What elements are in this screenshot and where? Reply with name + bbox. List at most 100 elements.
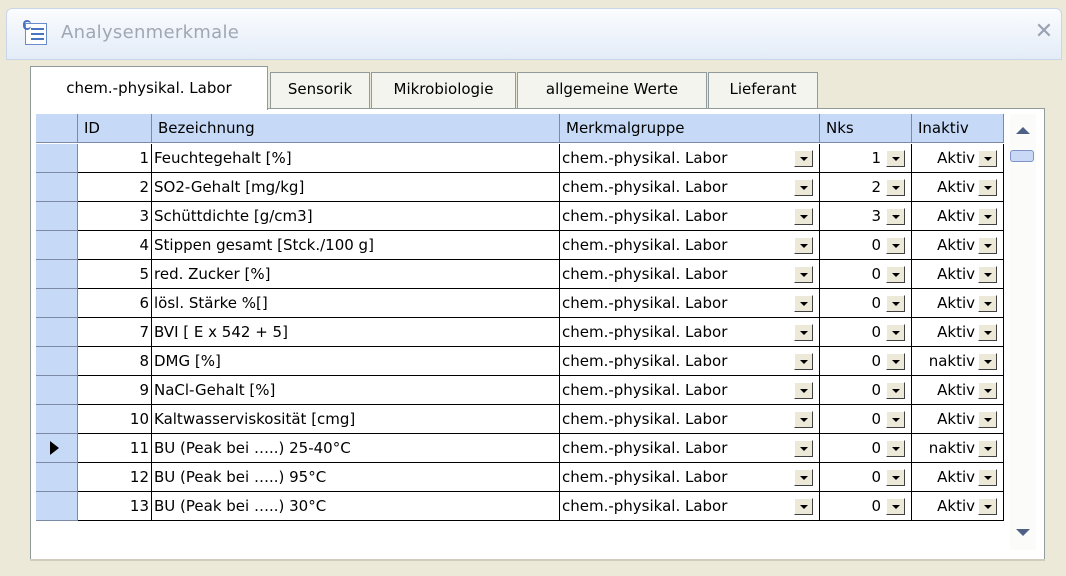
chevron-down-icon[interactable] — [978, 237, 997, 254]
chevron-down-icon[interactable] — [886, 469, 905, 486]
cell-bezeichnung[interactable]: BVI [ E x 542 + 5] — [152, 318, 560, 347]
inaktiv-combo[interactable]: Aktiv — [912, 463, 1004, 492]
cell-bezeichnung[interactable]: red. Zucker [%] — [152, 260, 560, 289]
cell-bezeichnung[interactable]: BU (Peak bei …..) 25-40°C — [152, 434, 560, 463]
cell-bezeichnung[interactable]: BU (Peak bei …..) 30°C — [152, 492, 560, 521]
nks-combo[interactable]: 0 — [820, 260, 912, 289]
inaktiv-combo[interactable]: Aktiv — [912, 289, 1004, 318]
row-selector[interactable] — [36, 347, 78, 376]
cell-id[interactable]: 4 — [78, 231, 152, 260]
nks-combo[interactable]: 0 — [820, 405, 912, 434]
chevron-down-icon[interactable] — [978, 150, 997, 167]
chevron-down-icon[interactable] — [794, 266, 813, 283]
header-bezeichnung[interactable]: Bezeichnung — [152, 114, 560, 143]
inaktiv-combo[interactable]: Aktiv — [912, 260, 1004, 289]
chevron-down-icon[interactable] — [794, 353, 813, 370]
merkmalgruppe-combo[interactable]: chem.-physikal. Labor — [560, 434, 820, 463]
cell-id[interactable]: 7 — [78, 318, 152, 347]
cell-bezeichnung[interactable]: DMG [%] — [152, 347, 560, 376]
chevron-down-icon[interactable] — [886, 498, 905, 515]
merkmalgruppe-combo[interactable]: chem.-physikal. Labor — [560, 144, 820, 173]
chevron-down-icon[interactable] — [886, 179, 905, 196]
chevron-down-icon[interactable] — [886, 295, 905, 312]
table-row[interactable]: 7 BVI [ E x 542 + 5] chem.-physikal. Labor… — [36, 318, 1004, 347]
header-nks[interactable]: Nks — [820, 114, 912, 143]
chevron-down-icon[interactable] — [794, 382, 813, 399]
merkmalgruppe-combo[interactable]: chem.-physikal. Labor — [560, 492, 820, 521]
row-selector[interactable] — [36, 405, 78, 434]
inaktiv-combo[interactable]: Aktiv — [912, 376, 1004, 405]
scroll-down-icon[interactable] — [1014, 524, 1032, 542]
chevron-down-icon[interactable] — [886, 382, 905, 399]
nks-combo[interactable]: 0 — [820, 376, 912, 405]
chevron-down-icon[interactable] — [978, 324, 997, 341]
chevron-down-icon[interactable] — [978, 498, 997, 515]
cell-bezeichnung[interactable]: SO2-Gehalt [mg/kg] — [152, 173, 560, 202]
chevron-down-icon[interactable] — [794, 411, 813, 428]
table-row[interactable]: 2 SO2-Gehalt [mg/kg] chem.-physikal. Labor… — [36, 173, 1004, 202]
nks-combo[interactable]: 0 — [820, 434, 912, 463]
nks-combo[interactable]: 1 — [820, 144, 912, 173]
cell-bezeichnung[interactable]: NaCl-Gehalt [%] — [152, 376, 560, 405]
chevron-down-icon[interactable] — [886, 266, 905, 283]
table-row[interactable]: 11 BU (Peak bei …..) 25-40°C chem.-physika… — [36, 434, 1004, 463]
inaktiv-combo[interactable]: naktiv — [912, 347, 1004, 376]
cell-bezeichnung[interactable]: lösl. Stärke %[] — [152, 289, 560, 318]
nks-combo[interactable]: 0 — [820, 318, 912, 347]
merkmalgruppe-combo[interactable]: chem.-physikal. Labor — [560, 376, 820, 405]
table-row[interactable]: 13 BU (Peak bei …..) 30°C chem.-physikal. … — [36, 492, 1004, 521]
merkmalgruppe-combo[interactable]: chem.-physikal. Labor — [560, 463, 820, 492]
row-selector[interactable] — [36, 260, 78, 289]
table-row[interactable]: 10 Kaltwasserviskosität [cmg] chem.-physik… — [36, 405, 1004, 434]
tab-sensorik[interactable]: Sensorik — [270, 72, 370, 108]
cell-id[interactable]: 10 — [78, 405, 152, 434]
merkmalgruppe-combo[interactable]: chem.-physikal. Labor — [560, 318, 820, 347]
nks-combo[interactable]: 0 — [820, 463, 912, 492]
chevron-down-icon[interactable] — [794, 469, 813, 486]
inaktiv-combo[interactable]: Aktiv — [912, 405, 1004, 434]
table-row[interactable]: 8 DMG [%] chem.-physikal. Labor 0 naktiv — [36, 347, 1004, 376]
merkmalgruppe-combo[interactable]: chem.-physikal. Labor — [560, 260, 820, 289]
nks-combo[interactable]: 3 — [820, 202, 912, 231]
cell-id[interactable]: 3 — [78, 202, 152, 231]
inaktiv-combo[interactable]: Aktiv — [912, 231, 1004, 260]
table-row[interactable]: 9 NaCl-Gehalt [%] chem.-physikal. Labor 0 Ak… — [36, 376, 1004, 405]
chevron-down-icon[interactable] — [886, 150, 905, 167]
row-selector[interactable] — [36, 318, 78, 347]
chevron-down-icon[interactable] — [886, 324, 905, 341]
merkmalgruppe-combo[interactable]: chem.-physikal. Labor — [560, 173, 820, 202]
chevron-down-icon[interactable] — [794, 208, 813, 225]
tab-allgemeine-werte[interactable]: allgemeine Werte — [517, 72, 707, 108]
cell-bezeichnung[interactable]: Stippen gesamt [Stck./100 g] — [152, 231, 560, 260]
chevron-down-icon[interactable] — [978, 469, 997, 486]
row-selector[interactable] — [36, 144, 78, 173]
cell-id[interactable]: 11 — [78, 434, 152, 463]
chevron-down-icon[interactable] — [978, 266, 997, 283]
cell-id[interactable]: 5 — [78, 260, 152, 289]
inaktiv-combo[interactable]: Aktiv — [912, 144, 1004, 173]
chevron-down-icon[interactable] — [794, 179, 813, 196]
tab-mikrobiologie[interactable]: Mikrobiologie — [371, 72, 516, 108]
row-selector[interactable] — [36, 289, 78, 318]
nks-combo[interactable]: 0 — [820, 492, 912, 521]
chevron-down-icon[interactable] — [886, 411, 905, 428]
cell-id[interactable]: 13 — [78, 492, 152, 521]
inaktiv-combo[interactable]: naktiv — [912, 434, 1004, 463]
table-row[interactable]: 12 BU (Peak bei …..) 95°C chem.-physikal. … — [36, 463, 1004, 492]
cell-bezeichnung[interactable]: Kaltwasserviskosität [cmg] — [152, 405, 560, 434]
cell-bezeichnung[interactable]: BU (Peak bei …..) 95°C — [152, 463, 560, 492]
table-row[interactable]: 1 Feuchtegehalt [%] chem.-physikal. Labor 1… — [36, 144, 1004, 173]
merkmalgruppe-combo[interactable]: chem.-physikal. Labor — [560, 405, 820, 434]
merkmalgruppe-combo[interactable]: chem.-physikal. Labor — [560, 231, 820, 260]
chevron-down-icon[interactable] — [886, 237, 905, 254]
table-row[interactable]: 3 Schüttdichte [g/cm3] chem.-physikal. Lab… — [36, 202, 1004, 231]
table-row[interactable]: 5 red. Zucker [%] chem.-physikal. Labor 0 Ak… — [36, 260, 1004, 289]
row-selector[interactable] — [36, 173, 78, 202]
inaktiv-combo[interactable]: Aktiv — [912, 318, 1004, 347]
row-selector[interactable] — [36, 463, 78, 492]
inaktiv-combo[interactable]: Aktiv — [912, 173, 1004, 202]
row-selector[interactable] — [36, 492, 78, 521]
cell-id[interactable]: 12 — [78, 463, 152, 492]
chevron-down-icon[interactable] — [794, 150, 813, 167]
merkmalgruppe-combo[interactable]: chem.-physikal. Labor — [560, 347, 820, 376]
